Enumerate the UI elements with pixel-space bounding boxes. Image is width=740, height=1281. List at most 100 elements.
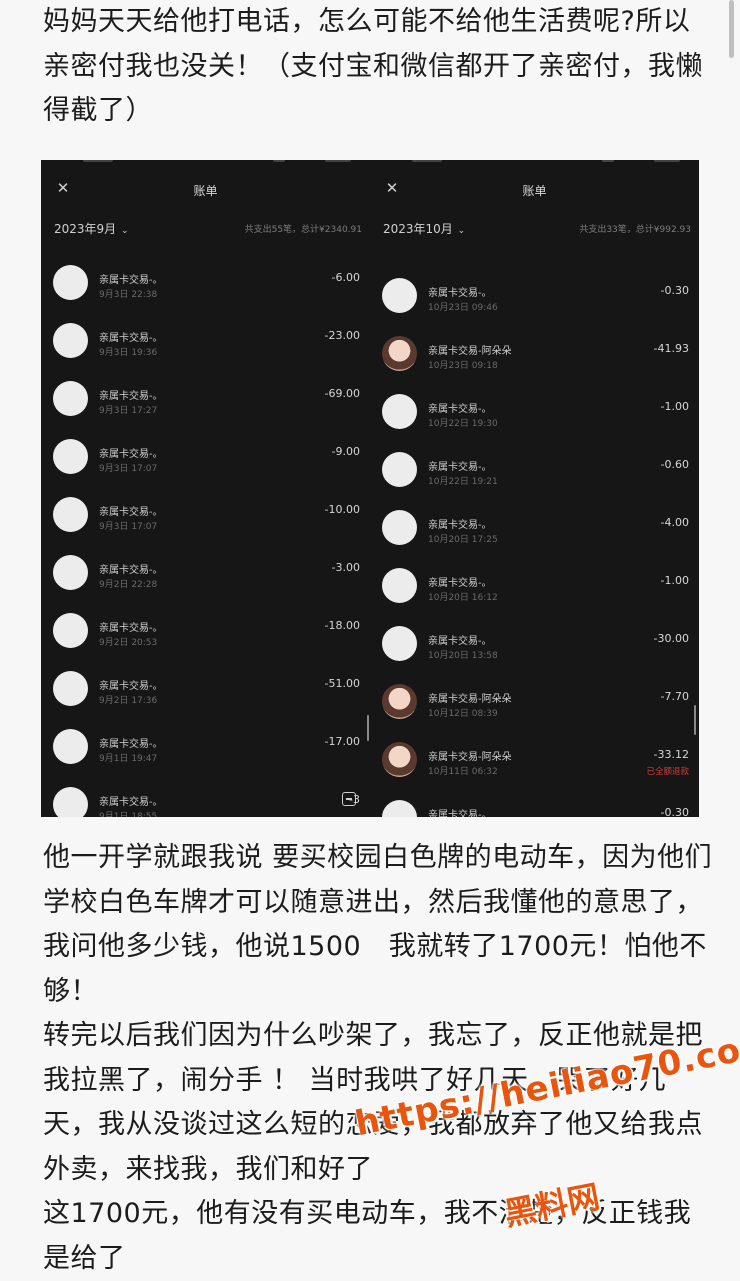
transaction-row[interactable]: 亲属卡交易-。 9月3日 17:27 -69.00 [41,379,370,437]
transaction-time: 10月23日 09:46 [428,303,498,313]
transaction-row[interactable]: 亲属卡交易-阿朵朵 10月12日 08:39 -7.70 [370,682,699,740]
transaction-row[interactable]: 亲属卡交易-阿朵朵 10月23日 09:18 -41.93 [370,334,699,392]
transaction-amount: -51.00 [324,677,360,690]
transaction-name: 亲属卡交易-。 [99,797,163,808]
chevron-down-icon: ⌄ [454,226,466,236]
transaction-row[interactable]: 亲属卡交易-。 10月20日 16:12 -1.00 [370,566,699,624]
transaction-row[interactable]: 亲属卡交易-。 10月20日 17:25 -4.00 [370,508,699,566]
transaction-time: 9月1日 19:47 [99,754,158,764]
transaction-row[interactable]: 亲属卡交易-。 9月1日 19:47 -17.00 [41,727,370,785]
transaction-name: 亲属卡交易-。 [99,275,163,286]
transaction-time: 9月3日 17:27 [99,406,158,416]
status-bar [370,160,699,164]
transaction-time: 9月2日 22:28 [99,580,158,590]
transaction-name: 亲属卡交易-。 [428,462,492,473]
avatar [53,787,88,817]
transaction-name: 亲属卡交易-。 [428,810,492,817]
transaction-amount: -9.00 [331,445,360,458]
transaction-row[interactable]: 亲属卡交易-。 -0.30 [370,798,699,817]
transaction-name: 亲属卡交易-阿朵朵 [428,346,512,357]
transaction-row[interactable]: 亲属卡交易-。 9月1日 18:55 -3 [41,785,370,817]
transaction-time: 10月12日 08:39 [428,709,498,719]
transaction-name: 亲属卡交易-。 [99,681,163,692]
bill-pane-september: ✕ 账单 2023年9月 ⌄ 共支出55笔，总计¥2340.91 亲属卡交易-。… [41,160,370,817]
transaction-row[interactable]: 亲属卡交易-阿朵朵 10月11日 06:32 -33.12 已全额退款 [370,740,699,798]
transaction-row[interactable]: 亲属卡交易-。 10月23日 09:46 -0.30 [370,276,699,334]
transaction-amount: -6.00 [331,271,360,284]
transaction-row[interactable]: 亲属卡交易-。 9月3日 17:07 -10.00 [41,495,370,553]
avatar [53,497,88,532]
status-bar [41,160,370,164]
transaction-amount: -4.00 [660,516,689,529]
avatar [382,336,417,371]
avatar [53,265,88,300]
transaction-amount: -33.12 [653,748,689,761]
month-selector[interactable]: 2023年10月 ⌄ [383,220,465,237]
avatar [382,278,417,313]
transaction-row[interactable]: 亲属卡交易-。 10月20日 13:58 -30.00 [370,624,699,682]
avatar [382,394,417,429]
transaction-row[interactable]: 亲属卡交易-。 9月3日 22:38 -6.00 [41,263,370,321]
transaction-name: 亲属卡交易-阿朵朵 [428,752,512,763]
month-summary: 2023年9月 ⌄ 共支出55笔，总计¥2340.91 [41,214,370,242]
total-summary: 共支出33笔，总计¥992.93 [579,225,691,235]
transaction-name: 亲属卡交易-。 [99,507,163,518]
avatar [53,671,88,706]
month-summary: 2023年10月 ⌄ 共支出33笔，总计¥992.93 [370,214,699,242]
transaction-amount: -0.30 [660,806,689,817]
transaction-name: 亲属卡交易-。 [428,288,492,299]
transaction-time: 10月22日 19:21 [428,477,498,487]
avatar [53,381,88,416]
transaction-row[interactable]: 亲属卡交易-。 9月2日 20:53 -18.00 [41,611,370,669]
transaction-time: 9月2日 17:36 [99,696,158,706]
avatar [53,613,88,648]
transaction-name: 亲属卡交易-。 [428,404,492,415]
transaction-row[interactable]: 亲属卡交易-。 10月22日 19:21 -0.60 [370,450,699,508]
list-scrollbar[interactable] [694,705,696,735]
transaction-amount: -1.00 [660,574,689,587]
transaction-time: 9月3日 19:36 [99,348,158,358]
avatar [382,452,417,487]
transaction-time: 9月2日 20:53 [99,638,158,648]
nav-title: 账单 [522,184,547,198]
total-summary: 共支出55笔，总计¥2340.91 [244,225,362,235]
transaction-amount: -18.00 [324,619,360,632]
avatar [382,568,417,603]
avatar [382,684,417,719]
transaction-amount: -7.70 [660,690,689,703]
transaction-time: 10月22日 19:30 [428,419,498,429]
transaction-time: 10月20日 17:25 [428,535,498,545]
month-selector[interactable]: 2023年9月 ⌄ [54,220,129,237]
avatar [53,323,88,358]
transaction-time: 10月23日 09:18 [428,361,498,371]
transaction-name: 亲属卡交易-。 [428,636,492,647]
transaction-name: 亲属卡交易-。 [428,520,492,531]
list-scrollbar[interactable] [367,715,369,741]
transaction-amount: -17.00 [324,735,360,748]
month-label: 2023年10月 [383,222,453,236]
nav-bar: ✕ 账单 [41,174,370,206]
refund-note: 已全额退款 [646,767,689,777]
transaction-amount: -23.00 [324,329,360,342]
transaction-amount: -3.00 [331,561,360,574]
transaction-name: 亲属卡交易-。 [99,739,163,750]
transaction-amount: -69.00 [324,387,360,400]
transaction-row[interactable]: 亲属卡交易-。 10月22日 19:30 -1.00 [370,392,699,450]
page-scrollbar[interactable] [729,0,734,58]
transaction-name: 亲属卡交易-。 [99,391,163,402]
transaction-row[interactable]: 亲属卡交易-。 9月3日 19:36 -23.00 [41,321,370,379]
bill-pane-october: ✕ 账单 2023年10月 ⌄ 共支出33笔，总计¥992.93 亲属卡交易-。… [370,160,699,817]
avatar [53,729,88,764]
transaction-time: 9月3日 17:07 [99,464,158,474]
post-paragraph-top: 妈妈天天给他打电话，怎么可能不给他生活费呢?所以亲密付我也没关！（支付宝和微信都… [43,6,703,126]
transaction-time: 10月20日 16:12 [428,593,498,603]
transaction-row[interactable]: 亲属卡交易-。 9月3日 17:07 -9.00 [41,437,370,495]
scan-icon[interactable] [342,792,356,806]
transaction-time: 9月3日 17:07 [99,522,158,532]
transaction-amount: -30.00 [653,632,689,645]
transaction-row[interactable]: 亲属卡交易-。 9月2日 22:28 -3.00 [41,553,370,611]
avatar [382,742,417,777]
nav-title: 账单 [193,184,218,198]
chevron-down-icon: ⌄ [118,226,129,236]
transaction-row[interactable]: 亲属卡交易-。 9月2日 17:36 -51.00 [41,669,370,727]
